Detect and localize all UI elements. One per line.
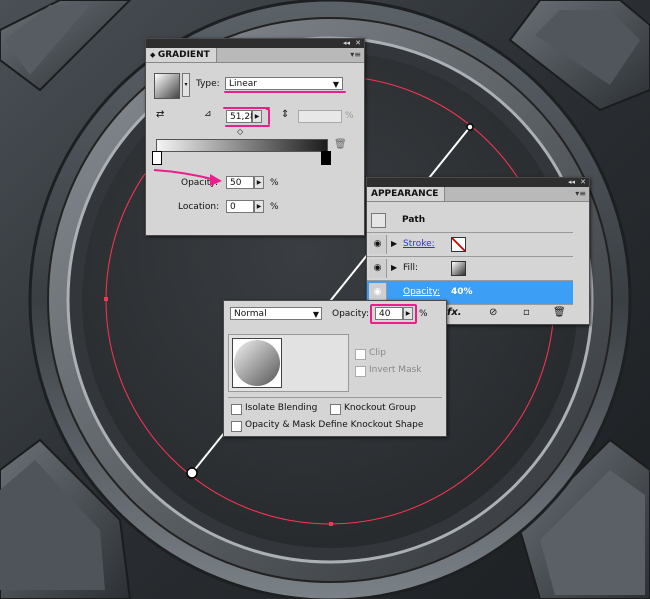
panel-menu-icon[interactable]: ▾≡ [350,48,361,62]
highlight-opacity-box [370,304,417,324]
appearance-row-stroke[interactable]: ◉ ▶ Stroke: [367,233,573,257]
collapse-icon[interactable]: ◂◂ [568,178,575,187]
thumbnail-circle [234,340,280,386]
gradient-preview-swatch[interactable] [154,73,180,99]
gradient-opacity-value: 50 [230,178,242,188]
aspect-unit: % [345,111,354,121]
invert-mask-checkbox[interactable] [355,366,366,377]
gradient-opacity-input[interactable]: 50 [226,176,254,189]
gradient-opacity-unit: % [270,178,279,188]
opacity-label: Opacity: [332,309,369,319]
anchor-point-left[interactable] [104,297,108,301]
clip-checkbox[interactable] [355,349,366,360]
aspect-ratio-input[interactable] [298,110,342,123]
visibility-eye-icon[interactable]: ◉ [369,259,387,278]
invert-mask-label: Invert Mask [369,365,422,375]
gradient-stop-right[interactable] [321,151,331,165]
duplicate-item-icon[interactable]: ▫ [523,307,530,318]
isolate-blending-label: Isolate Blending [245,403,318,413]
stroke-none-swatch[interactable] [451,237,466,252]
type-select[interactable]: Linear ▼ [225,77,343,90]
opacity-label[interactable]: Opacity: [403,287,440,297]
location-value: 0 [230,202,236,212]
close-icon[interactable]: ✕ [580,178,586,187]
highlight-underline-type [224,91,346,93]
type-select-value: Linear [229,79,257,89]
tab-gradient[interactable]: ◆ GRADIENT [146,48,217,62]
tab-arrow-icon: ◆ [150,51,158,59]
location-label: Location: [178,202,220,212]
path-label: Path [402,215,426,225]
highlight-angle-box-top [223,107,270,109]
fill-label[interactable]: Fill: [403,263,418,273]
type-label: Type: [196,79,220,89]
add-effect-icon[interactable]: fx. [447,307,462,318]
blend-mode-value: Normal [234,309,267,319]
angle-stepper[interactable]: ▶ [252,110,262,123]
stroke-label[interactable]: Stroke: [403,239,435,249]
aspect-ratio-icon: ⇕ [281,109,290,120]
location-unit: % [270,202,279,212]
trash-icon[interactable]: 🗑 [334,139,347,150]
define-knockout-checkbox[interactable] [231,421,242,432]
transparency-opacity-unit: % [419,309,428,319]
object-thumbnail[interactable] [232,338,282,388]
location-input[interactable]: 0 [226,200,254,213]
delete-item-icon[interactable]: 🗑 [553,307,566,318]
appearance-top-strip: ◂◂ ✕ [367,178,589,187]
expand-arrow-icon[interactable]: ▶ [391,239,397,248]
blend-mode-select[interactable]: Normal ▼ [230,307,322,320]
gradient-annotator-end[interactable] [466,123,474,131]
clear-appearance-icon[interactable]: ⊘ [489,307,497,318]
transparency-divider [228,397,442,398]
tab-appearance[interactable]: APPEARANCE [367,187,446,201]
visibility-eye-icon[interactable]: ◉ [369,235,387,254]
appearance-row-path[interactable]: Path [367,209,573,233]
transparency-panel: Normal ▼ Opacity: 40 ▶ % Clip Invert Mas… [223,300,447,437]
gradient-annotator-start[interactable] [186,467,198,479]
path-thumbnail [371,213,386,228]
knockout-group-label: Knockout Group [344,403,416,413]
gradient-midpoint-diamond-icon[interactable]: ◇ [237,127,243,136]
angle-input[interactable]: 51,28 [226,110,256,123]
gradient-tabbar: ◆ GRADIENT ▾≡ [146,48,364,63]
tab-appearance-label: APPEARANCE [371,189,439,199]
anchor-point-bottom[interactable] [329,522,333,526]
angle-icon: ⊿ [204,109,212,119]
reverse-gradient-icon[interactable]: ⇄ [156,109,164,120]
location-stepper[interactable]: ▶ [254,200,264,213]
highlight-arrow [153,169,222,186]
chevron-down-icon: ▼ [312,310,319,319]
collapse-icon[interactable]: ◂◂ [343,39,350,48]
panel-top-strip: ◂◂ ✕ [146,39,364,48]
expand-arrow-icon[interactable]: ▶ [391,263,397,272]
fill-gradient-swatch[interactable] [451,261,466,276]
isolate-blending-checkbox[interactable] [231,404,242,415]
tab-gradient-label: GRADIENT [157,50,210,60]
opacity-value: 40% [451,287,473,297]
panel-menu-icon[interactable]: ▾≡ [575,187,586,201]
chevron-down-icon: ▼ [332,80,339,89]
close-icon[interactable]: ✕ [355,39,361,48]
appearance-row-fill[interactable]: ◉ ▶ Fill: [367,257,573,281]
gradient-slider-bar[interactable] [156,139,328,152]
gradient-panel: ◂◂ ✕ ◆ GRADIENT ▾≡ ▾ Type: Linear ▼ ⇄ ⊿ … [145,38,365,236]
clip-label: Clip [369,348,386,358]
define-knockout-label: Opacity & Mask Define Knockout Shape [245,420,424,430]
highlight-angle-box-bottom [225,125,270,127]
gradient-opacity-stepper[interactable]: ▶ [254,176,264,189]
appearance-tabbar: APPEARANCE ▾≡ [367,187,589,202]
knockout-group-checkbox[interactable] [330,404,341,415]
highlight-angle-box-right [268,109,270,125]
gradient-swatch-dropdown[interactable]: ▾ [182,73,190,97]
